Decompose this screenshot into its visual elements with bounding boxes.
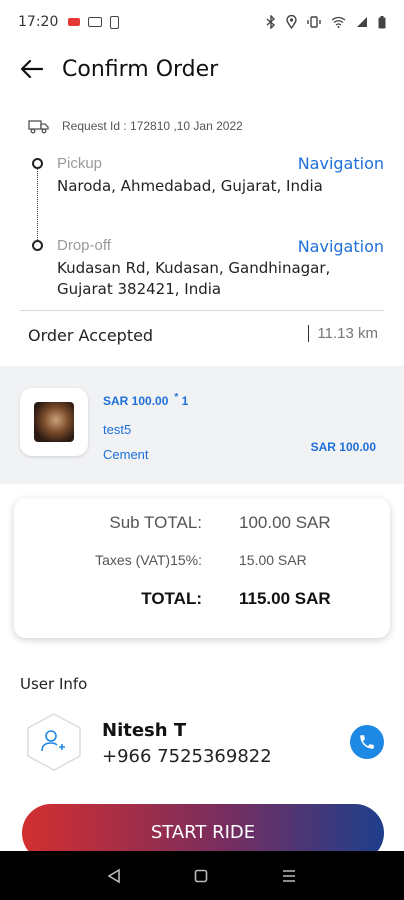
user-phone: +966 7525369822	[102, 746, 272, 767]
signal-icon	[357, 17, 367, 27]
product-name: test5	[103, 422, 132, 437]
order-status: Order Accepted	[28, 326, 154, 345]
subtotal-value: 100.00 SAR	[239, 513, 331, 532]
product-line-total: SAR 100.00	[310, 440, 376, 454]
nav-menu-icon[interactable]	[281, 869, 297, 883]
back-arrow-icon	[21, 60, 43, 78]
system-nav-bar	[0, 851, 404, 900]
dropoff-dot-icon	[32, 240, 43, 251]
totals-card: Sub TOTAL: 100.00 SAR Taxes (VAT)15%: 15…	[14, 498, 390, 638]
back-button[interactable]	[18, 55, 46, 83]
request-info: Request Id : 172810 ,10 Jan 2022	[28, 118, 243, 134]
phone-icon	[110, 15, 120, 29]
total-label: TOTAL:	[141, 589, 202, 608]
truck-icon	[28, 120, 49, 134]
dropoff-label: Drop-off	[57, 237, 111, 254]
notification-icon	[68, 18, 81, 26]
pickup-dot-icon	[32, 158, 43, 169]
page-title: Confirm Order	[62, 56, 219, 82]
battery-icon	[378, 15, 386, 28]
app-bar: Confirm Order	[0, 46, 404, 92]
avatar	[27, 713, 81, 771]
card-icon	[88, 17, 103, 27]
pickup-navigation-link[interactable]: Navigation	[298, 154, 384, 173]
status-time: 17:20	[18, 14, 59, 30]
dropoff-address: Kudasan Rd, Kudasan, Gandhinagar, Gujara…	[57, 259, 331, 298]
wifi-icon	[331, 16, 346, 28]
user-name: Nitesh T	[102, 720, 187, 741]
request-id-text: Request Id : 172810 ,10 Jan 2022	[62, 119, 243, 133]
location-icon	[286, 15, 297, 29]
dropoff-navigation-link[interactable]: Navigation	[298, 237, 384, 256]
nav-back-icon[interactable]	[107, 868, 121, 884]
route-line	[37, 168, 38, 244]
pickup-label: Pickup	[57, 155, 103, 172]
total-value: 115.00 SAR	[239, 589, 331, 608]
product-price: SAR 100.00	[103, 394, 169, 408]
pickup-address: Naroda, Ahmedabad, Gujarat, India	[57, 177, 323, 195]
order-distance: 11.13 km	[308, 325, 378, 342]
total-row: TOTAL: 115.00 SAR	[14, 589, 390, 613]
product-category: Cement	[103, 447, 149, 462]
status-bar: 17:20	[0, 0, 404, 44]
user-info-title: User Info	[20, 675, 88, 693]
subtotal-row: Sub TOTAL: 100.00 SAR	[14, 513, 390, 537]
tax-value: 15.00 SAR	[239, 552, 307, 568]
nav-home-icon[interactable]	[194, 869, 208, 883]
product-star: *	[174, 392, 179, 403]
call-button[interactable]	[350, 725, 384, 759]
bluetooth-icon	[266, 15, 276, 29]
product-quantity: 1	[181, 394, 189, 408]
product-image	[34, 402, 74, 442]
product-row: SAR 100.00 * 1 test5 Cement SAR 100.00	[0, 366, 404, 484]
status-icons	[266, 15, 386, 29]
product-price-qty: SAR 100.00 * 1	[103, 392, 188, 408]
tax-label: Taxes (VAT)15%:	[95, 552, 202, 568]
product-thumbnail	[20, 388, 88, 456]
subtotal-label: Sub TOTAL:	[109, 513, 202, 532]
divider	[20, 310, 384, 311]
phone-call-icon	[360, 735, 374, 749]
tax-row: Taxes (VAT)15%: 15.00 SAR	[14, 552, 390, 576]
vibrate-icon	[307, 16, 321, 28]
